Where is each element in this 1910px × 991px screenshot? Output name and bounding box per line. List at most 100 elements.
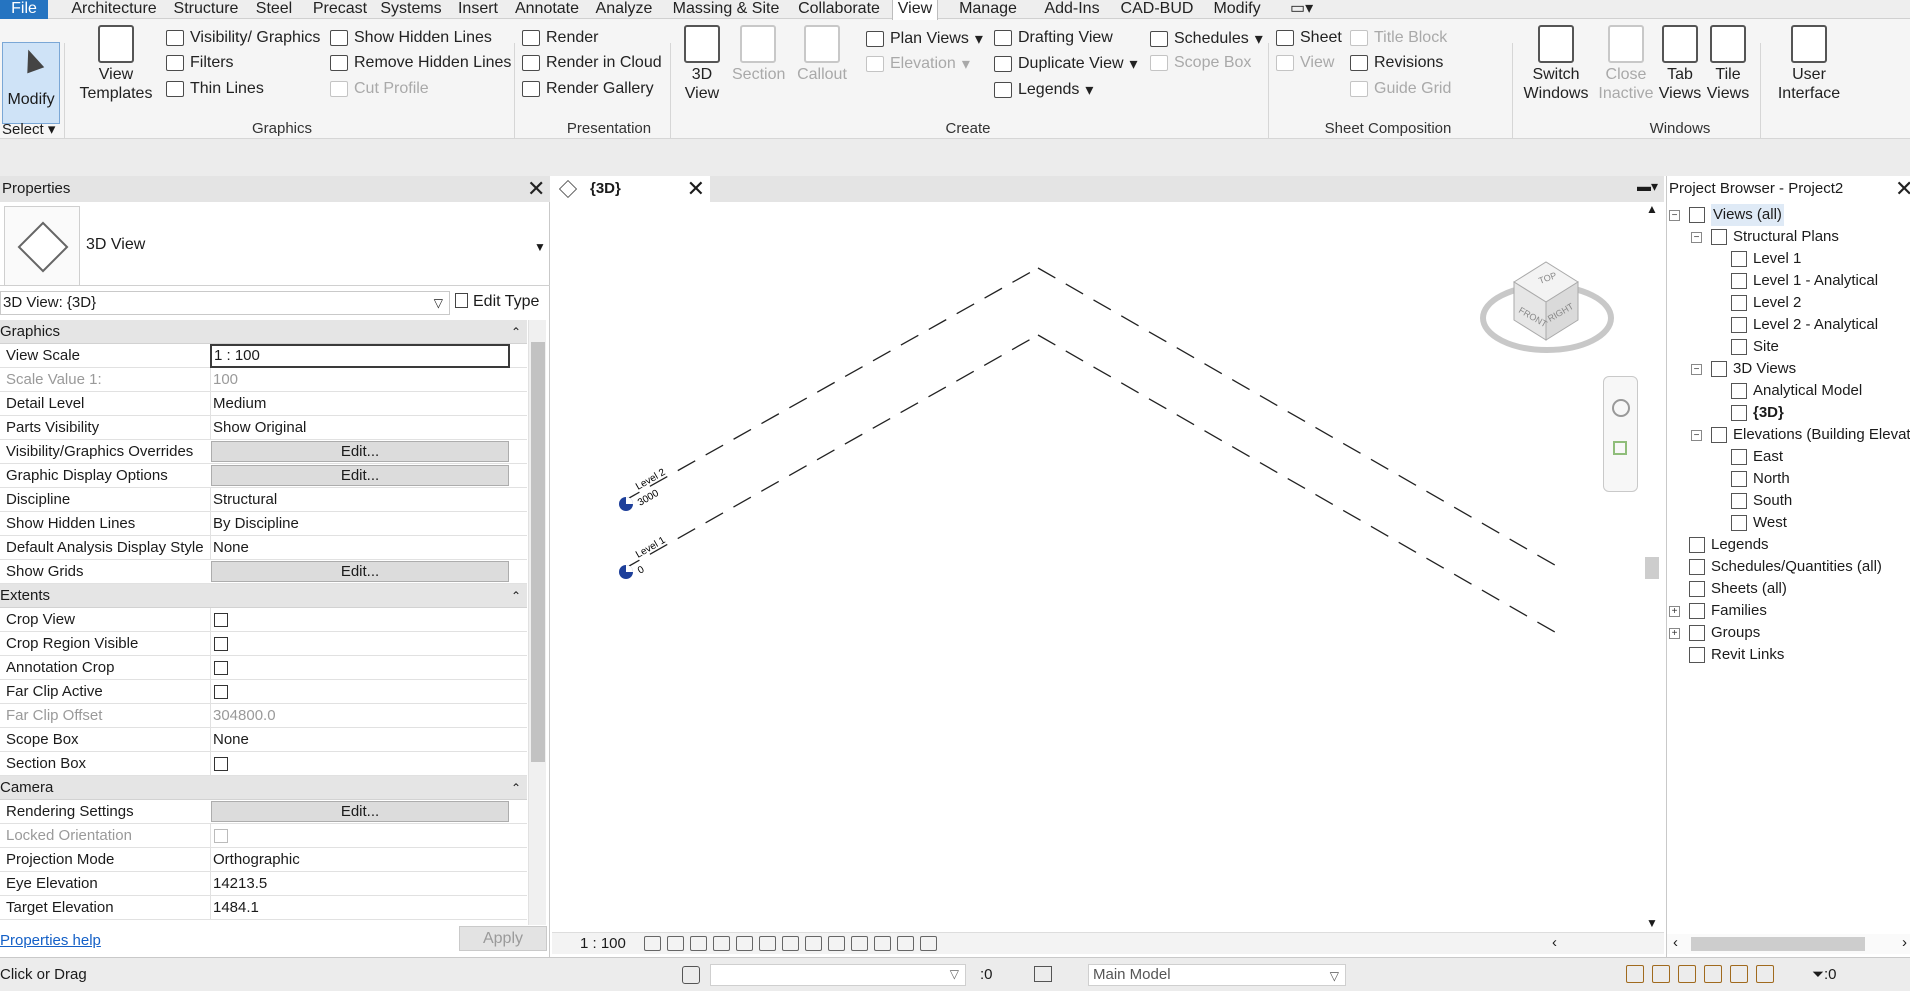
select-pinned-icon[interactable] [1678, 965, 1696, 983]
ribbon-tab-modify[interactable]: Modify [1207, 0, 1267, 19]
sun-path-icon[interactable] [690, 936, 707, 951]
scroll-thumb[interactable] [1645, 557, 1659, 579]
render-gallery-button[interactable]: Render Gallery [522, 80, 654, 98]
ribbon-tab-manage[interactable]: Manage [950, 0, 1026, 19]
browser-node[interactable]: Analytical Model [1667, 380, 1910, 402]
property-value[interactable]: Orthographic [210, 848, 510, 871]
scroll-thumb[interactable] [1691, 937, 1865, 951]
property-checkbox[interactable] [214, 661, 228, 675]
worksets-icon[interactable] [682, 966, 700, 984]
drag-elements-icon[interactable] [1730, 965, 1748, 983]
close-icon[interactable]: ✕ [1895, 178, 1910, 200]
ribbon-tab-systems[interactable]: Systems [378, 0, 444, 19]
crop-view-icon[interactable] [759, 936, 776, 951]
type-selector[interactable]: 3D View ▼ [0, 202, 550, 286]
analytical-model-icon[interactable] [897, 936, 914, 951]
visual-style-icon[interactable] [667, 936, 684, 951]
browser-node[interactable]: Revit Links [1667, 644, 1910, 666]
view-scale-control[interactable]: 1 : 100 [580, 935, 626, 952]
ribbon-tab-collaborate[interactable]: Collaborate [793, 0, 885, 19]
edit-button[interactable]: Edit... [211, 441, 509, 462]
scroll-up-icon[interactable]: ▲ [1646, 202, 1658, 216]
group-header-camera[interactable]: Camera ⌃ [0, 776, 527, 800]
quick-access-icon[interactable]: ▭▾ [1290, 0, 1313, 19]
ribbon-tab-architecture[interactable]: Architecture [64, 0, 164, 19]
collapse-icon[interactable]: − [1691, 232, 1702, 243]
place-view-button[interactable]: View [1276, 54, 1334, 72]
thin-lines-button[interactable]: Thin Lines [166, 80, 264, 98]
cut-profile-button[interactable]: Cut Profile [330, 80, 429, 98]
close-inactive-button[interactable]: Close Inactive [1598, 25, 1654, 103]
select-underlay-icon[interactable] [1652, 965, 1670, 983]
browser-node[interactable]: Legends [1667, 534, 1910, 556]
browser-node[interactable]: + Families [1667, 600, 1910, 622]
property-value[interactable]: Structural [210, 488, 510, 511]
property-value[interactable]: None [210, 728, 510, 751]
scroll-left-icon[interactable]: ‹ [1673, 934, 1678, 951]
render-in-cloud-button[interactable]: Render in Cloud [522, 54, 662, 72]
select-by-face-icon[interactable] [1704, 965, 1722, 983]
edit-button[interactable]: Edit... [211, 465, 509, 486]
close-icon[interactable]: ✕ [527, 178, 545, 200]
close-icon[interactable]: ✕ [687, 176, 705, 202]
property-value[interactable]: 1484.1 [210, 896, 510, 919]
ribbon-tab-structure[interactable]: Structure [170, 0, 242, 19]
user-interface-button[interactable]: User Interface [1768, 25, 1850, 103]
elevation-button[interactable]: Elevation ▾ [866, 54, 970, 74]
plan-views-button[interactable]: Plan Views ▾ [866, 29, 983, 49]
browser-node[interactable]: Level 2 - Analytical [1667, 314, 1910, 336]
browser-node[interactable]: North [1667, 468, 1910, 490]
section-button[interactable]: Section [732, 25, 785, 84]
remove-hidden-lines-button[interactable]: Remove Hidden Lines [330, 54, 511, 72]
view-tab-3d[interactable]: {3D} ✕ [552, 176, 710, 202]
scope-box-button[interactable]: Scope Box [1150, 54, 1251, 72]
3d-view-button[interactable]: 3D View [680, 25, 724, 103]
active-workset-dropdown[interactable]: ▽ [710, 964, 966, 986]
property-checkbox[interactable] [214, 685, 228, 699]
browser-node[interactable]: − Views (all) [1667, 204, 1910, 226]
switch-windows-button[interactable]: Switch Windows [1522, 25, 1590, 103]
ribbon-tab-massing-site[interactable]: Massing & Site [665, 0, 787, 19]
detail-level-icon[interactable] [644, 936, 661, 951]
render-dialog-icon[interactable] [736, 936, 753, 951]
tab-views-button[interactable]: Tab Views [1656, 25, 1704, 103]
legends-button[interactable]: Legends ▾ [994, 80, 1093, 100]
worksharing-display-icon[interactable] [874, 936, 891, 951]
ribbon-tab-cad-bud[interactable]: CAD-BUD [1116, 0, 1198, 19]
property-value[interactable]: By Discipline [210, 512, 510, 535]
property-value[interactable]: Show Original [210, 416, 510, 439]
edit-type-button[interactable]: Edit Type [455, 291, 539, 315]
property-checkbox[interactable] [214, 757, 228, 771]
ribbon-tab-insert[interactable]: Insert [450, 0, 506, 19]
collapse-icon[interactable]: − [1691, 430, 1702, 441]
scroll-down-icon[interactable]: ▼ [1646, 916, 1658, 930]
property-value[interactable]: 14213.5 [210, 872, 510, 895]
canvas-vertical-scrollbar[interactable]: ▲ ▼ [1642, 202, 1662, 932]
browser-node[interactable]: − 3D Views [1667, 358, 1910, 380]
browser-node[interactable]: + Groups [1667, 622, 1910, 644]
visibility-graphics-button[interactable]: Visibility/ Graphics [166, 29, 320, 47]
view-cube[interactable]: TOP FRONT RIGHT [1480, 252, 1614, 360]
group-header-extents[interactable]: Extents ⌃ [0, 584, 527, 608]
filters-button[interactable]: Filters [166, 54, 234, 72]
reveal-hidden-icon[interactable] [851, 936, 868, 951]
expand-icon[interactable]: + [1669, 628, 1680, 639]
browser-horizontal-scrollbar[interactable]: ‹ › [1667, 934, 1910, 954]
browser-node[interactable]: West [1667, 512, 1910, 534]
level-1-marker[interactable]: Level 1 0 [619, 535, 668, 579]
render-button[interactable]: Render [522, 29, 598, 47]
callout-button[interactable]: Callout [796, 25, 848, 84]
ribbon-tab-add-ins[interactable]: Add-Ins [1036, 0, 1108, 19]
lock-3d-icon[interactable] [805, 936, 822, 951]
filter-count[interactable]: ⏷:0 [1812, 966, 1837, 983]
ribbon-tab-view[interactable]: View [892, 0, 938, 20]
view-templates-button[interactable]: View Templates [78, 25, 154, 103]
browser-node[interactable]: Site [1667, 336, 1910, 358]
edit-button[interactable]: Edit... [211, 561, 509, 582]
level-2-marker[interactable]: Level 2 3000 [619, 467, 668, 511]
tabs-menu-icon[interactable]: ▬▾ [1637, 178, 1658, 195]
chevron-down-icon[interactable]: ▼ [534, 240, 546, 254]
zoom-icon[interactable] [1613, 441, 1627, 455]
sheet-button[interactable]: Sheet [1276, 29, 1342, 47]
browser-node[interactable]: − Structural Plans [1667, 226, 1910, 248]
